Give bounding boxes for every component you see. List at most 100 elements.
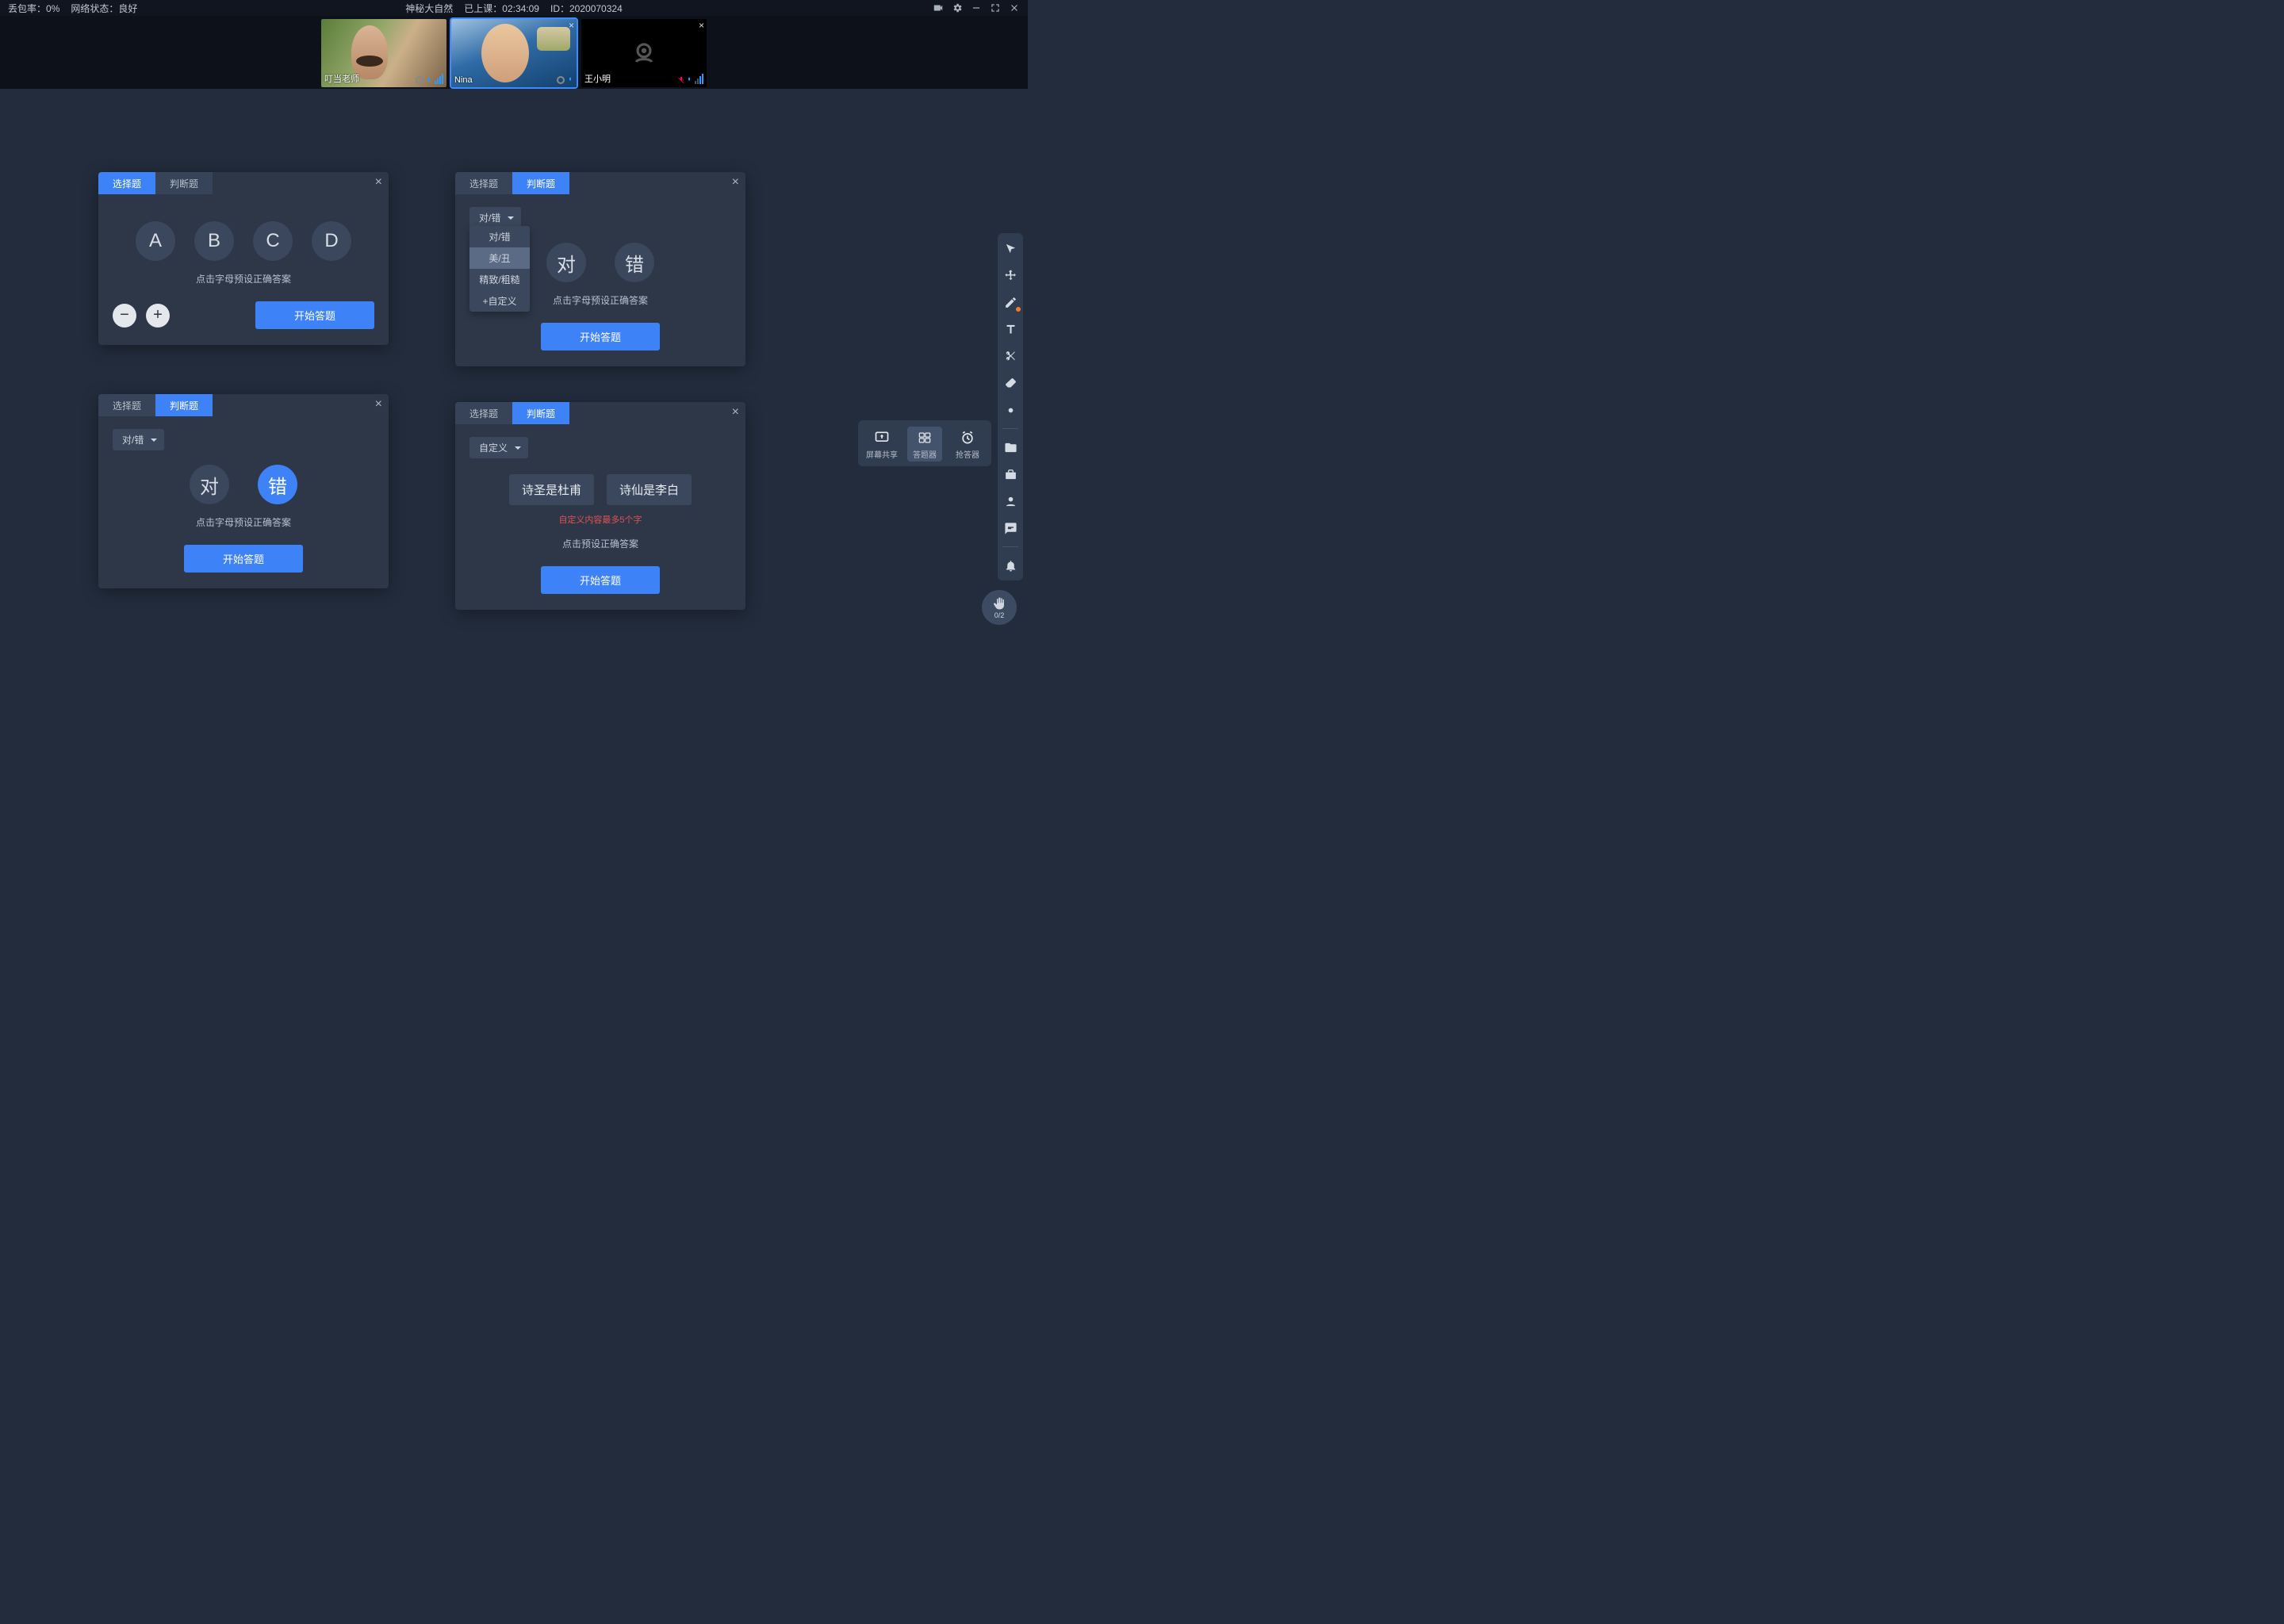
quiz-panel-truefalse-selected: 选择题 判断题 × 对/错 对 错 点击字母预设正确答案 开始答题 (98, 394, 389, 588)
panel-close-icon[interactable]: × (375, 397, 382, 412)
panel-close-icon[interactable]: × (732, 175, 739, 190)
dropdown-item[interactable]: 对/错 (469, 226, 530, 247)
indicators (416, 74, 443, 84)
session-id: ID：2020070324 (550, 2, 623, 15)
hand-icon (992, 596, 1006, 611)
tab-choice[interactable]: 选择题 (455, 402, 512, 424)
tile-close-icon[interactable]: × (569, 20, 574, 31)
option-d[interactable]: D (312, 221, 351, 261)
option-true[interactable]: 对 (546, 243, 586, 282)
folder-tool-icon[interactable] (1002, 439, 1019, 456)
settings-icon[interactable] (952, 2, 963, 13)
close-icon[interactable] (1009, 2, 1020, 13)
hint-text: 点击字母预设正确答案 (113, 272, 374, 285)
tab-choice[interactable]: 选择题 (98, 172, 155, 194)
top-bar: 丢包率：0% 网络状态：良好 神秘大自然 已上课：02:34:09 ID：202… (0, 0, 1028, 16)
cut-tool-icon[interactable] (1002, 347, 1019, 365)
screen-share-button[interactable]: 屏幕共享 (864, 427, 899, 462)
tab-truefalse[interactable]: 判断题 (512, 172, 569, 194)
quiz-tool-button[interactable]: 答题器 (907, 427, 942, 462)
panel-close-icon[interactable]: × (732, 405, 739, 419)
participants-icon[interactable] (1002, 492, 1019, 510)
tile-close-icon[interactable]: × (699, 20, 704, 31)
minimize-icon[interactable] (971, 2, 982, 13)
dropdown-item[interactable]: 精致/粗糙 (469, 269, 530, 290)
dropdown-button[interactable]: 对/错 (113, 429, 164, 450)
mic-icon (686, 75, 692, 84)
option-true[interactable]: 对 (190, 465, 229, 504)
type-dropdown[interactable]: 对/错 (113, 429, 164, 450)
tab-truefalse[interactable]: 判断题 (155, 172, 213, 194)
volume-bars-icon (695, 74, 703, 84)
participant-name: Nina (454, 75, 473, 85)
text-tool-icon[interactable] (1002, 320, 1019, 338)
add-option-button[interactable]: + (146, 304, 170, 327)
right-toolbar (998, 233, 1023, 580)
tabs: 选择题 判断题 (98, 172, 389, 194)
participant-name: 王小明 (584, 72, 611, 85)
tab-choice[interactable]: 选择题 (98, 394, 155, 416)
mic-icon (426, 75, 432, 84)
volume-bars-icon (435, 74, 443, 84)
custom-option[interactable]: 诗圣是杜甫 (509, 474, 594, 505)
pen-tool-icon[interactable] (1002, 293, 1019, 311)
participant-name: 叮当老师 (324, 72, 359, 85)
toolbox-icon[interactable] (1002, 465, 1019, 483)
network-status: 网络状态：良好 (71, 2, 137, 15)
active-dot (1016, 307, 1021, 312)
bell-icon[interactable] (1002, 557, 1019, 574)
camera-icon[interactable] (933, 2, 944, 13)
remove-option-button[interactable]: − (113, 304, 136, 327)
type-dropdown[interactable]: 对/错 对/错 美/丑 精致/粗糙 +自定义 (469, 207, 521, 228)
cursor-tool-icon[interactable] (1002, 239, 1019, 257)
video-strip: 叮当老师 × Nina × 王小明 (0, 16, 1028, 89)
color-tool-icon[interactable] (1002, 401, 1019, 419)
cam-indicator-icon (416, 76, 423, 84)
hand-count: 0/2 (994, 611, 1005, 619)
video-tile[interactable]: × Nina (451, 19, 577, 87)
packet-loss: 丢包率：0% (8, 2, 59, 15)
indicators (557, 75, 573, 84)
share-icon (873, 430, 891, 446)
start-quiz-button[interactable]: 开始答题 (541, 566, 660, 594)
fullscreen-icon[interactable] (990, 2, 1001, 13)
panel-close-icon[interactable]: × (375, 175, 382, 190)
label: 抢答器 (956, 448, 979, 460)
separator (1002, 546, 1018, 547)
tab-truefalse[interactable]: 判断题 (512, 402, 569, 424)
option-false[interactable]: 错 (258, 465, 297, 504)
tab-choice[interactable]: 选择题 (455, 172, 512, 194)
start-quiz-button[interactable]: 开始答题 (541, 323, 660, 350)
rush-answer-button[interactable]: 抢答器 (950, 427, 985, 462)
mic-muted-icon (677, 75, 684, 84)
move-tool-icon[interactable] (1002, 266, 1019, 284)
tool-popup: 屏幕共享 答题器 抢答器 (858, 420, 991, 466)
video-tile[interactable]: 叮当老师 (321, 19, 446, 87)
hand-raise-button[interactable]: 0/2 (982, 590, 1017, 625)
dropdown-item[interactable]: +自定义 (469, 290, 530, 312)
chat-icon[interactable] (1002, 519, 1019, 537)
video-tile[interactable]: × 王小明 (581, 19, 707, 87)
option-false[interactable]: 错 (615, 243, 654, 282)
dropdown-button[interactable]: 对/错 (469, 207, 521, 228)
dropdown-menu: 对/错 美/丑 精致/粗糙 +自定义 (469, 226, 530, 312)
dropdown-item[interactable]: 美/丑 (469, 247, 530, 269)
option-c[interactable]: C (253, 221, 293, 261)
dropdown-button[interactable]: 自定义 (469, 437, 528, 458)
separator (1002, 428, 1018, 429)
label: 答题器 (913, 448, 937, 460)
start-quiz-button[interactable]: 开始答题 (255, 301, 374, 329)
option-b[interactable]: B (194, 221, 234, 261)
tab-truefalse[interactable]: 判断题 (155, 394, 213, 416)
custom-option[interactable]: 诗仙是李白 (607, 474, 692, 505)
class-time: 已上课：02:34:09 (464, 2, 539, 15)
type-dropdown[interactable]: 自定义 (469, 437, 528, 458)
quiz-panel-choice: 选择题 判断题 × A B C D 点击字母预设正确答案 − + 开始答题 (98, 172, 389, 345)
eraser-tool-icon[interactable] (1002, 374, 1019, 392)
hint-text: 点击字母预设正确答案 (113, 515, 374, 529)
option-a[interactable]: A (136, 221, 175, 261)
hint-text: 点击预设正确答案 (469, 537, 731, 550)
error-text: 自定义内容最多5个字 (469, 513, 731, 526)
class-title: 神秘大自然 (405, 2, 453, 15)
start-quiz-button[interactable]: 开始答题 (184, 545, 303, 573)
